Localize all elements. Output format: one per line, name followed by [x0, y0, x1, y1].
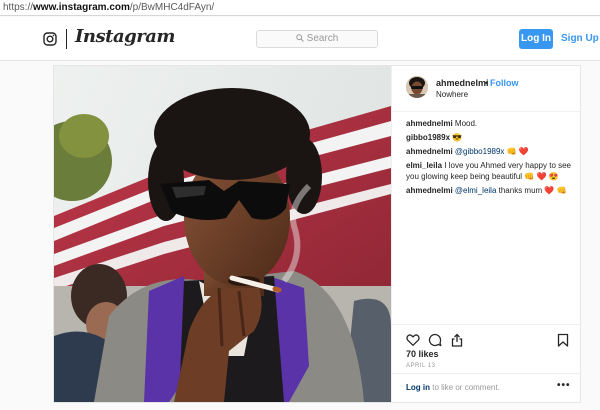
- search-placeholder: Search: [306, 33, 339, 44]
- follow-button[interactable]: Follow: [490, 78, 519, 88]
- comment-icon[interactable]: [428, 333, 442, 347]
- post-username[interactable]: ahmednelmi: [436, 78, 489, 88]
- heart-icon[interactable]: [406, 333, 420, 347]
- login-prompt-text: to like or comment.: [432, 383, 500, 392]
- top-navigation-bar: Instagram Search Log In Sign Up: [0, 17, 600, 61]
- instagram-glyph-icon[interactable]: [43, 32, 57, 46]
- search-input[interactable]: Search: [256, 30, 378, 48]
- url-path: /p/BwMHC4dFAyn/: [129, 2, 215, 13]
- nav-divider: [66, 29, 67, 49]
- post-header: ahmednelmi • Follow Nowhere: [392, 66, 581, 112]
- header-separator: •: [485, 78, 489, 88]
- log-in-link[interactable]: Log in: [406, 383, 430, 392]
- avatar[interactable]: [406, 76, 428, 98]
- share-icon[interactable]: [450, 333, 464, 347]
- post-photo[interactable]: [54, 66, 391, 402]
- comment-text: thanks mum ❤️ 👊: [498, 186, 567, 195]
- url-host: www.instagram.com: [33, 2, 130, 13]
- comment-item: gibbo1989x 😎: [406, 132, 571, 143]
- search-icon: [295, 34, 304, 42]
- comment-item: elmi_leila I love you Ahmed very happy t…: [406, 160, 571, 182]
- more-options-button[interactable]: •••: [557, 380, 571, 391]
- instagram-wordmark-logo[interactable]: Instagram: [75, 26, 175, 47]
- comment-username[interactable]: ahmednelmi: [406, 186, 453, 195]
- post-footer: Log in to like or comment. •••: [392, 373, 581, 402]
- comment-text: 😎: [452, 133, 463, 142]
- comment-username[interactable]: gibbo1989x: [406, 133, 450, 142]
- comment-item: ahmednelmi @gibbo1989x 👊 ❤️: [406, 146, 571, 157]
- comment-item: ahmednelmi @elmi_leila thanks mum ❤️ 👊: [406, 185, 571, 196]
- url-scheme: https://: [3, 2, 34, 13]
- likes-count[interactable]: 70 likes: [406, 349, 439, 359]
- comment-text: 👊 ❤️: [506, 147, 529, 156]
- avatar-image: [406, 76, 428, 98]
- comment-username[interactable]: ahmednelmi: [406, 147, 453, 156]
- post-photo-illustration: [54, 66, 391, 402]
- comment-username[interactable]: ahmednelmi: [406, 119, 453, 128]
- browser-url-bar[interactable]: https://www.instagram.com/p/BwMHC4dFAyn/: [0, 0, 600, 16]
- comment-item: ahmednelmi Mood.: [406, 118, 571, 129]
- log-in-button[interactable]: Log In: [519, 29, 553, 49]
- comment-mention[interactable]: @gibbo1989x: [455, 147, 505, 156]
- comment-mention[interactable]: @elmi_leila: [455, 186, 496, 195]
- post-date[interactable]: APRIL 13: [406, 363, 435, 369]
- post-sidebar: ahmednelmi • Follow Nowhere ahmednelmi M…: [391, 66, 581, 402]
- bookmark-icon[interactable]: [556, 333, 570, 347]
- sign-up-link[interactable]: Sign Up: [561, 33, 599, 44]
- post-card: ahmednelmi • Follow Nowhere ahmednelmi M…: [53, 65, 581, 403]
- login-prompt: Log in to like or comment.: [406, 383, 500, 392]
- comments-list: ahmednelmi Mood. gibbo1989x 😎 ahmednelmi…: [406, 118, 571, 199]
- comment-username[interactable]: elmi_leila: [406, 161, 442, 170]
- post-location[interactable]: Nowhere: [436, 90, 468, 99]
- comment-text: Mood.: [454, 119, 478, 128]
